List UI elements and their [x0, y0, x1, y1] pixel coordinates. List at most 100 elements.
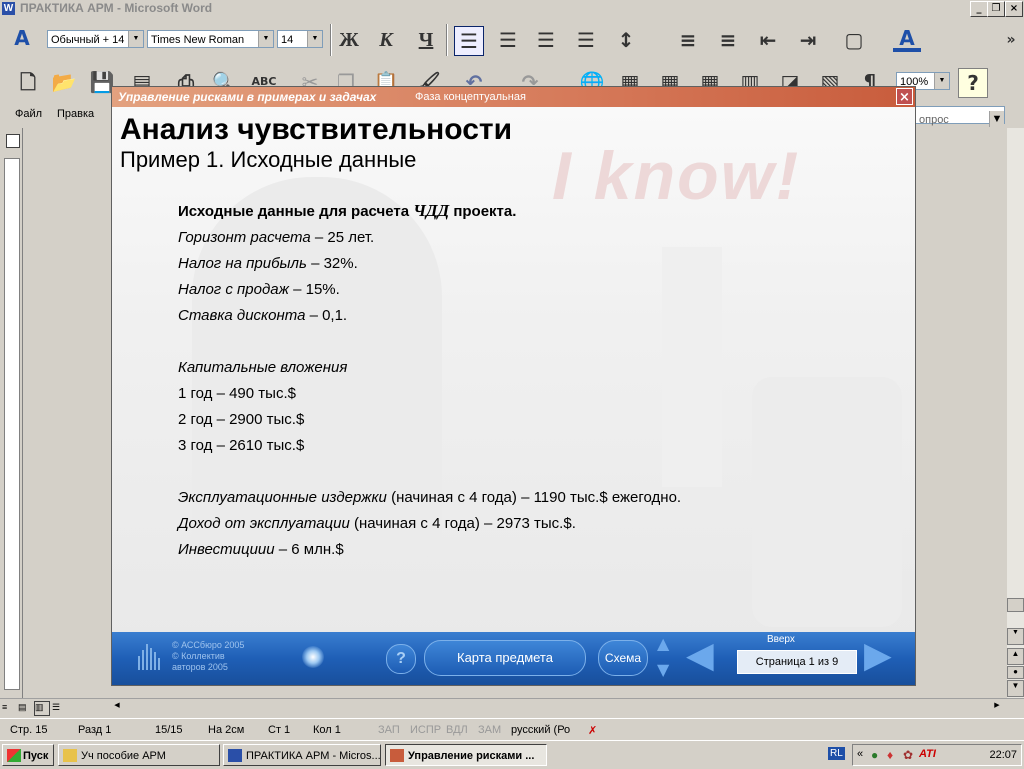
- start-button[interactable]: Пуск: [2, 744, 54, 766]
- app-tray-icon[interactable]: ✿: [903, 748, 913, 762]
- task-label: Управление рисками ...: [408, 750, 535, 762]
- styles-icon[interactable]: A: [8, 24, 36, 52]
- menu-file[interactable]: Файл: [15, 108, 42, 120]
- param-value: – 0,1.: [305, 307, 348, 324]
- status-ext[interactable]: ВДЛ: [446, 724, 468, 736]
- new-document-icon[interactable]: 🗋: [14, 68, 42, 96]
- task-uch-posobie[interactable]: Уч пособие АРМ: [58, 744, 220, 766]
- style-combo[interactable]: Обычный + 14 р ▼: [47, 30, 144, 48]
- status-rec[interactable]: ЗАП: [378, 724, 400, 736]
- scroll-down-icon[interactable]: ▼: [1007, 628, 1024, 645]
- arrow-down-icon[interactable]: ▼: [657, 660, 669, 679]
- param-horizon: Горизонт расчета – 25 лет.: [178, 229, 374, 246]
- task-word[interactable]: ПРАКТИКА АРМ - Micros...: [223, 744, 381, 766]
- status-ovr[interactable]: ЗАМ: [478, 724, 501, 736]
- restore-button[interactable]: ❐: [987, 1, 1005, 17]
- next-page-icon[interactable]: ▼: [1007, 680, 1024, 697]
- justify-icon[interactable]: ☰: [572, 26, 600, 54]
- font-value: Times New Roman: [151, 34, 245, 46]
- help-search-input[interactable]: опрос ▼: [915, 106, 1005, 127]
- chevron-down-icon[interactable]: ▼: [989, 111, 1004, 127]
- param-value: – 15%.: [288, 281, 340, 298]
- slide-title: Анализ чувствительности: [120, 113, 513, 146]
- op-label: Доход от эксплуатации: [178, 515, 350, 532]
- scroll-right-icon[interactable]: ▶: [990, 701, 1004, 715]
- task-label: ПРАКТИКА АРМ - Micros...: [246, 750, 381, 762]
- font-combo[interactable]: Times New Roman ▼: [147, 30, 274, 48]
- underline-button[interactable]: Ч: [412, 26, 440, 54]
- op-label: Эксплуатационные издержки: [178, 489, 387, 506]
- word-app-icon[interactable]: W: [2, 2, 15, 15]
- scroll-thumb[interactable]: [1007, 598, 1024, 612]
- tab-selector[interactable]: [6, 134, 20, 148]
- web-view-icon[interactable]: ▤: [18, 702, 30, 714]
- chevron-down-icon[interactable]: ▼: [258, 31, 273, 47]
- task-risk-management[interactable]: Управление рисками ...: [385, 744, 547, 766]
- background-monitor: [752, 377, 902, 627]
- up-button[interactable]: Вверх: [767, 634, 795, 645]
- subject-map-button[interactable]: Карта предмета: [424, 640, 586, 676]
- decrease-indent-icon[interactable]: ⇤: [754, 26, 782, 54]
- align-center-icon[interactable]: ☰: [494, 26, 522, 54]
- risk-app-window: I know! Управление рисками в примерах и …: [111, 86, 916, 686]
- arrow-up-icon[interactable]: ▲: [657, 634, 669, 653]
- spelling-status-icon[interactable]: ✗: [588, 724, 597, 737]
- next-page-arrow-icon[interactable]: ▶: [864, 638, 892, 674]
- chevron-down-icon[interactable]: ▼: [307, 31, 322, 47]
- font-color-icon[interactable]: A: [893, 24, 921, 52]
- prev-page-arrow-icon[interactable]: ◀: [686, 638, 714, 674]
- outline-view-icon[interactable]: ☰: [52, 702, 64, 714]
- numbering-icon[interactable]: ≡: [674, 26, 702, 54]
- minimize-button[interactable]: _: [970, 1, 988, 17]
- open-folder-icon[interactable]: 📂: [50, 68, 78, 96]
- bullets-icon[interactable]: ≡: [714, 26, 742, 54]
- help-button[interactable]: ?: [386, 644, 416, 674]
- help-search-placeholder: опрос: [919, 114, 949, 126]
- print-layout-icon[interactable]: ▥: [34, 701, 50, 716]
- prev-page-icon[interactable]: ▲: [1007, 648, 1024, 665]
- param-profit-tax: Налог на прибыль – 32%.: [178, 255, 358, 272]
- increase-indent-icon[interactable]: ⇥: [794, 26, 822, 54]
- ati-icon[interactable]: ATI: [919, 748, 936, 760]
- italic-button[interactable]: К: [372, 26, 400, 54]
- watermark-text: I know!: [552, 138, 801, 214]
- word-icon: [228, 749, 242, 762]
- copyright-line: авторов 2005: [172, 662, 228, 672]
- task-label: Уч пособие АРМ: [81, 750, 166, 762]
- investments: Инвестициии – 6 млн.$: [178, 541, 344, 558]
- browse-object-icon[interactable]: ●: [1007, 666, 1024, 679]
- chevron-down-icon[interactable]: ▼: [128, 31, 143, 47]
- bold-button[interactable]: Ж: [335, 26, 363, 54]
- size-combo[interactable]: 14 ▼: [277, 30, 323, 48]
- normal-view-icon[interactable]: ≡: [2, 702, 14, 714]
- menu-edit[interactable]: Правка: [57, 108, 94, 120]
- op-value: (начиная с 4 года) – 2973 тыс.$.: [349, 515, 576, 532]
- copyright: © АССбюро 2005 © Коллектив авторов 2005: [172, 640, 244, 673]
- tray-expand-icon[interactable]: «: [857, 748, 863, 760]
- scroll-left-icon[interactable]: ◀: [110, 701, 124, 715]
- align-right-icon[interactable]: ☰: [532, 26, 560, 54]
- status-trk[interactable]: ИСПР: [410, 724, 441, 736]
- slide-subtitle: Пример 1. Исходные данные: [120, 147, 417, 172]
- op-value: – 6 млн.$: [274, 541, 344, 558]
- language-indicator[interactable]: RL: [828, 747, 845, 760]
- toolbar-options-icon[interactable]: »: [997, 26, 1024, 54]
- capital-heading-text: Капитальные вложения: [178, 359, 348, 376]
- vertical-scrollbar[interactable]: ▼ ▲ ● ▼: [1007, 128, 1024, 698]
- help-icon[interactable]: ?: [958, 68, 988, 98]
- heading-text: Исходные данные для расчета: [178, 203, 414, 220]
- status-col: Кол 1: [313, 724, 341, 736]
- chevron-down-icon[interactable]: ▼: [934, 73, 949, 89]
- align-left-icon[interactable]: ☰: [454, 26, 484, 56]
- app-title: Управление рисками в примерах и задачах: [118, 90, 377, 104]
- antivirus-icon[interactable]: ♦: [887, 748, 893, 762]
- network-icon[interactable]: ●: [871, 748, 878, 762]
- close-button[interactable]: ×: [1005, 1, 1023, 17]
- borders-icon[interactable]: ▢: [840, 26, 868, 54]
- horizontal-scrollbar[interactable]: ≡ ▤ ▥ ☰ ◀ ▶: [0, 698, 1024, 717]
- schema-button[interactable]: Схема: [598, 640, 648, 676]
- close-icon[interactable]: ×: [896, 88, 913, 105]
- status-line: Ст 1: [268, 724, 291, 736]
- op-label: Инвестициии: [178, 541, 275, 558]
- line-spacing-icon[interactable]: ↕: [612, 26, 640, 54]
